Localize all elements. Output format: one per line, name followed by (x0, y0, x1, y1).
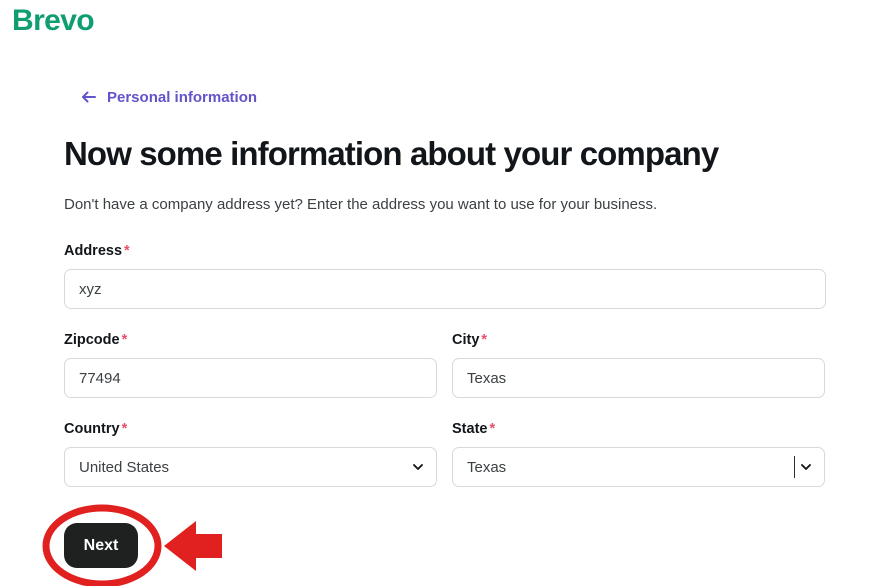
city-input[interactable] (452, 358, 825, 398)
zipcode-label: Zipcode * (64, 331, 437, 349)
country-select[interactable] (64, 447, 437, 487)
address-field-group: Address * (64, 242, 826, 309)
zipcode-input[interactable] (64, 358, 437, 398)
country-field-group: Country * (64, 420, 437, 487)
state-select-value[interactable] (452, 447, 825, 487)
required-asterisk: * (121, 332, 128, 348)
company-info-form: Personal information Now some informatio… (64, 86, 826, 487)
state-label-text: State (452, 421, 488, 437)
page-title: Now some information about your company (64, 135, 719, 172)
address-input[interactable] (64, 269, 826, 309)
city-label-text: City (452, 332, 480, 348)
state-label: State * (452, 420, 825, 438)
country-state-row: Country* State* (64, 420, 826, 487)
required-asterisk: * (481, 332, 488, 348)
arrow-left-icon (80, 88, 98, 106)
state-select[interactable] (452, 447, 825, 487)
address-label: Address * (64, 242, 826, 260)
city-field-group: City * (452, 331, 825, 398)
required-asterisk: * (124, 243, 130, 259)
brevo-logo: Brevo (12, 4, 95, 37)
zipcode-field-group: Zipcode * (64, 331, 437, 398)
red-arrow-pointer (164, 521, 222, 571)
next-button[interactable]: Next (64, 523, 138, 568)
country-select-value[interactable] (64, 447, 437, 487)
country-label-text: Country (64, 421, 120, 437)
text-cursor-caret (794, 456, 795, 478)
back-link-label: Personal information (107, 88, 258, 106)
back-to-personal-information-link[interactable]: Personal information (80, 86, 257, 108)
address-label-text: Address (64, 243, 123, 259)
page-subtitle: Don't have a company address yet? Enter … (64, 196, 658, 213)
required-asterisk: * (121, 421, 128, 437)
city-label: City * (452, 331, 825, 349)
zipcode-city-row: Zipcode* City* (64, 331, 826, 398)
required-asterisk: * (489, 421, 496, 437)
zipcode-label-text: Zipcode (64, 332, 120, 348)
country-label: Country * (64, 420, 437, 438)
state-field-group: State * (452, 420, 825, 487)
